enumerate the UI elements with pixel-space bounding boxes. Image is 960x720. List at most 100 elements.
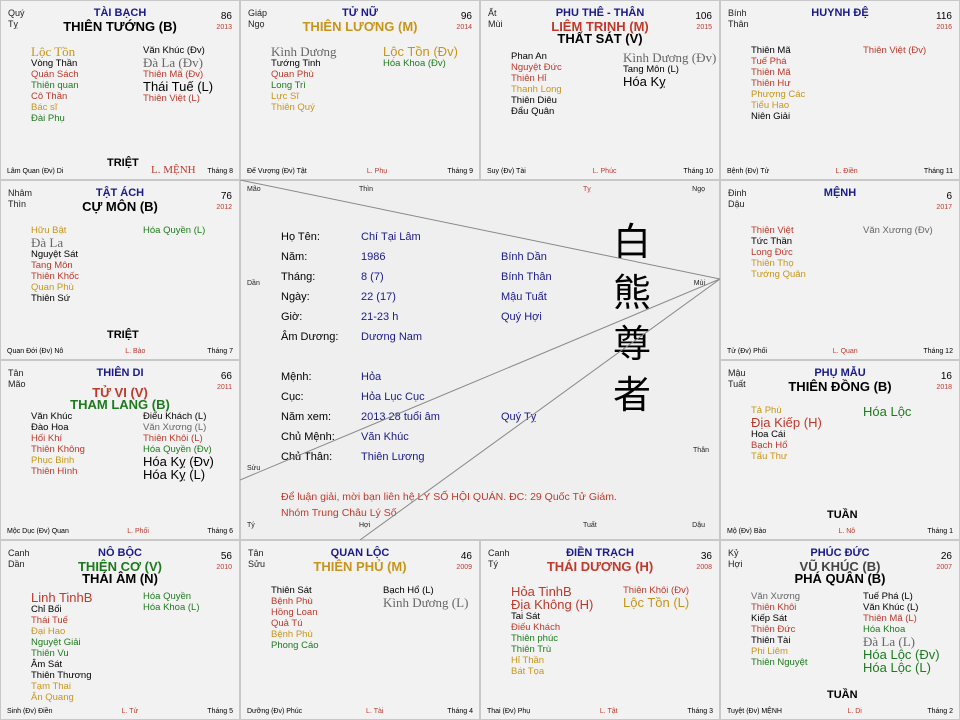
minor-star: Thiên Mã xyxy=(751,67,791,78)
minor-stars-right: Kình Dương (Đv) Tang Môn (L) Hóa Kỵ xyxy=(623,51,716,88)
minor-stars-left: Văn Xương Thiên Khôi Kiếp Sát Thiên Đức Thiê… xyxy=(751,591,808,668)
minor-star: Lộc Tồn (Đv) xyxy=(383,44,458,59)
minor-star: Văn Xương (Đv) xyxy=(863,225,933,236)
palace-name: QUAN LỘC xyxy=(330,547,390,559)
cell-footer: Quan Đới (Đv) Nô L. Bào Tháng 7 xyxy=(7,348,233,355)
minor-star: Đẩu Quân xyxy=(511,106,555,117)
minor-star: Địa Không (H) xyxy=(511,597,594,612)
aspect-line xyxy=(240,180,720,280)
minor-star: Thiên Hỉ xyxy=(511,73,547,84)
palace-cell: Giáp Ngọ TỬ NỮ 96 2014 THIÊN LƯƠNG (M) Kình Dư… xyxy=(240,0,480,180)
minor-star: Phan An xyxy=(511,51,547,62)
cell-footer: Mộ (Đv) Bào L. Nô Tháng 1 xyxy=(727,528,953,535)
palace-name: PHỤ MẪU xyxy=(814,367,866,379)
minor-star: Nguyệt Giải xyxy=(31,637,81,648)
minor-star: Địa Kiếp (H) xyxy=(751,415,822,430)
main-star: CỰ MÔN (B) xyxy=(82,199,158,214)
minor-star: Thiên Thương xyxy=(31,670,92,681)
void-mark: TUẦN xyxy=(827,689,858,701)
cell-footer: Mộc Dục (Đv) Quan L. Phối Tháng 6 xyxy=(7,528,233,535)
minor-star: Kiếp Sát xyxy=(751,613,787,624)
void-mark: TRIỆT xyxy=(107,329,139,341)
minor-star: Thiên Sứ xyxy=(31,293,71,304)
minor-star: Hóa Lộc xyxy=(863,404,912,419)
minor-star: Thiên Quý xyxy=(271,102,315,113)
minor-star: Văn Khúc xyxy=(31,411,73,422)
cell-footer: Bệnh (Đv) Tử L. Điền Tháng 11 xyxy=(727,168,953,175)
palace-cell: Ất Mùi PHU THÊ - THÂN 106 2015 LIÊM TRINH (M)… xyxy=(480,0,720,180)
minor-star: Thiên Diêu xyxy=(511,95,557,106)
minor-star: Thiên Tài xyxy=(751,635,791,646)
minor-star: Thiên Vu xyxy=(31,648,69,659)
minor-star: Tang Môn xyxy=(31,260,73,271)
minor-stars-right: Tuế Phá (L) Văn Khúc (L) Thiên Mã (L) Hóa K… xyxy=(863,591,940,674)
palace-name: PHÚC ĐỨC xyxy=(810,547,870,559)
minor-star: Thiên Việt xyxy=(751,225,794,236)
palace-cell: Canh Tý ĐIỀN TRẠCH 36 2008 THÁI DƯƠNG (H) Hỏa … xyxy=(480,540,720,720)
minor-star: Long Đức xyxy=(751,247,793,258)
palace-name: MỆNH xyxy=(823,187,857,199)
minor-stars-right: Điếu Khách (L) Văn Xương (L) Thiên Khôi (L… xyxy=(143,411,214,481)
minor-stars-right: Hóa Quyền (L) xyxy=(143,225,205,236)
void-mark: TUẦN xyxy=(827,509,858,521)
minor-star: Thiên Việt (Đv) xyxy=(863,45,927,56)
cell-footer: Tử (Đv) Phối L. Quan Tháng 12 xyxy=(727,348,953,355)
minor-star: Thiên Hình xyxy=(31,466,78,477)
palace-cell: Đinh Dậu MỆNH 6 2017 Thiên Việt Tức Thần Long Đ… xyxy=(720,180,960,360)
minor-stars-right: Văn Khúc (Đv) Đà La (Đv) Thiên Mã (Đv) Thái… xyxy=(143,45,213,104)
minor-star: Quan Phù xyxy=(31,282,74,293)
minor-star: Hóa Quyền (L) xyxy=(143,225,206,236)
minor-star: Bệnh Phù xyxy=(271,629,313,640)
palace-name: TẬT ÁCH xyxy=(95,187,145,199)
main-star: THẤT SÁT (V) xyxy=(557,31,643,46)
minor-star: Chỉ Bối xyxy=(31,604,62,615)
minor-star: Thiên Việt (L) xyxy=(143,93,200,104)
minor-star: Thiên quan xyxy=(31,80,79,91)
minor-star: Tức Thần xyxy=(751,236,793,247)
minor-star: Âm Sát xyxy=(31,659,63,670)
minor-star: Bệnh Phù xyxy=(271,596,313,607)
minor-star: Hóa Khoa (Đv) xyxy=(383,58,446,69)
minor-star: Thiên Mã (L) xyxy=(863,613,917,624)
minor-star: Niên Giải xyxy=(751,111,791,122)
palace-name: TÀI BẠCH xyxy=(93,7,147,19)
minor-stars-left: Hữu Bật Đà La Nguyệt Sát Tang Môn Thiên Khốc… xyxy=(31,225,79,304)
minor-star: Thiên Không xyxy=(31,444,85,455)
palace-name: ĐIỀN TRẠCH xyxy=(566,547,634,559)
minor-star: Văn Xương (L) xyxy=(143,422,207,433)
minor-star: Đại Hao xyxy=(31,626,66,637)
minor-star: Bát Tọa xyxy=(511,666,545,677)
minor-stars-right: Thiên Khôi (Đv) Lộc Tồn (L) xyxy=(623,585,689,609)
minor-star: Tuế Phá (L) xyxy=(863,591,913,602)
minor-star: Lộc Tồn (L) xyxy=(623,595,690,610)
palace-cell: Canh Dần NÔ BỘC 56 2010 THIÊN CƠ (V) THÁI ÂM (… xyxy=(0,540,240,720)
palace-cell: Tân Sửu QUAN LỘC 46 2009 THIÊN PHỦ (M) Thiên S… xyxy=(240,540,480,720)
minor-stars-right: Lộc Tồn (Đv) Hóa Khoa (Đv) xyxy=(383,45,458,69)
minor-star: Quả Tú xyxy=(271,618,303,629)
minor-star: Bạch Hổ xyxy=(751,440,788,451)
minor-star: Nguyệt Sát xyxy=(31,249,78,260)
minor-stars-left: Kình Dương Tướng Tinh Quan Phù Long Trì Lực … xyxy=(271,45,337,113)
minor-star: Vòng Thần xyxy=(31,58,78,69)
minor-star: Hối Khí xyxy=(31,433,63,444)
minor-stars-left: Lộc Tồn Vòng Thần Quán Sách Thiên quan Cô Th… xyxy=(31,45,79,124)
minor-star: Điếu Khách xyxy=(511,622,561,633)
main-star: THIÊN TƯỚNG (B) xyxy=(63,19,177,34)
minor-stars-left: Linh TinhB Chỉ Bối Thái Tuế Đại Hao Nguyệt G… xyxy=(31,591,92,703)
palace-cell: Quý Tỵ TÀI BẠCH 86 2013 THIÊN TƯỚNG (B) Lộc Tồ… xyxy=(0,0,240,180)
minor-star: Hóa Kỵ (L) xyxy=(143,467,206,482)
minor-stars-left: Văn Khúc Đào Hoa Hối Khí Thiên Không Phục Bi… xyxy=(31,411,85,477)
cell-footer: Tuyệt (Đv) MỆNH L. Di Tháng 2 xyxy=(727,708,953,715)
minor-star: Tướng Quân xyxy=(751,269,806,280)
palace-name: PHU THÊ - THÂN xyxy=(555,7,645,19)
age-label: 116 2016 xyxy=(936,11,952,31)
minor-stars-left: Thiên Mã Tuế Phá Thiên Mã Thiên Hư Phượng Cá… xyxy=(751,45,805,122)
minor-stars-left: Hỏa TinhB Địa Không (H) Tai Sát Điếu Khách T… xyxy=(511,585,593,677)
main-star: THIÊN PHỦ (M) xyxy=(313,559,407,574)
minor-stars-right: Hóa Lộc xyxy=(863,405,911,418)
minor-star: Tai Sát xyxy=(511,611,541,622)
palace-cell: Bính Thân HUYNH ĐỆ 116 2016 Thiên Mã Tuế Phá Th… xyxy=(720,0,960,180)
minor-star: Thiên Khôi (L) xyxy=(143,433,203,444)
minor-star: Đà La xyxy=(31,235,64,250)
minor-star: Kình Dương (L) xyxy=(383,595,469,610)
